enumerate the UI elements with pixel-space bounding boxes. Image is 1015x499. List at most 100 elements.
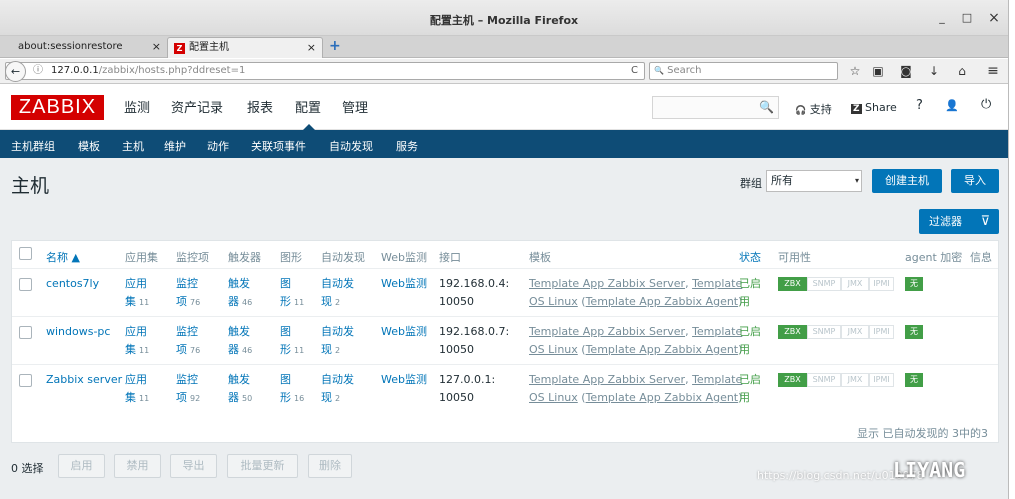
close-tab-icon[interactable]: × [152,37,161,56]
triggers-link[interactable]: 触发器 50 [228,371,252,408]
row-checkbox[interactable] [19,326,32,339]
web-link[interactable]: Web监测 [381,275,427,293]
reload-icon[interactable]: C [631,63,638,79]
template-link[interactable]: OS Linux [529,343,578,356]
items-link[interactable]: 监控项 76 [176,323,200,360]
submenu-maintenance[interactable]: 维护 [164,138,186,154]
template-link[interactable]: Template [692,373,742,386]
support-link[interactable]: 🎧 支持 [795,101,832,117]
maximize-button[interactable]: □ [959,10,975,26]
tab-sessionrestore[interactable]: about:sessionrestore × [12,37,167,58]
row-checkbox[interactable] [19,278,32,291]
export-button[interactable]: 导出 [170,454,217,478]
items-link[interactable]: 监控项 76 [176,275,200,312]
triggers-link[interactable]: 触发器 46 [228,275,252,312]
applications-link[interactable]: 应用集 11 [125,275,149,312]
enable-button[interactable]: 启用 [58,454,105,478]
menu-administration[interactable]: 管理 [342,97,368,116]
user-profile-icon[interactable]: 👤 [945,99,959,112]
discovery-link[interactable]: 自动发现 2 [321,371,354,408]
submenu-hosts[interactable]: 主机 [122,138,144,160]
bookmark-star-icon[interactable]: ☆ [847,63,863,79]
discovery-link[interactable]: 自动发现 2 [321,275,354,312]
status-toggle[interactable]: 已启用 [739,323,761,359]
url-bar[interactable]: ← ⓘ 127.0.0.1/zabbix/hosts.php?ddreset=1… [5,61,645,82]
delete-button[interactable]: 删除 [308,454,352,478]
sign-out-icon[interactable]: ⏻ [981,97,991,112]
graphs-link[interactable]: 图形 11 [280,275,304,312]
menu-inventory[interactable]: 资产记录 [171,97,223,116]
template-link[interactable]: OS Linux [529,391,578,404]
submenu-correlation[interactable]: 关联项事件 [251,138,306,154]
web-link[interactable]: Web监测 [381,371,427,389]
submenu-host-groups[interactable]: 主机群组 [11,138,55,154]
disable-button[interactable]: 禁用 [114,454,161,478]
help-icon[interactable]: ? [916,98,923,113]
reader-icon[interactable]: ▣ [870,63,886,79]
back-arrow-icon[interactable]: ← [5,61,26,82]
zabbix-logo[interactable]: ZABBIX [11,95,104,120]
menu-reports[interactable]: 报表 [247,97,273,116]
minimize-button[interactable]: _ [934,10,950,26]
submenu-actions[interactable]: 动作 [207,138,229,154]
template-link[interactable]: Template [692,325,742,338]
template-link[interactable]: Template App Zabbix Agent [586,391,739,404]
submenu-templates[interactable]: 模板 [78,138,100,154]
menu-configuration[interactable]: 配置 [295,97,321,130]
submenu-discovery[interactable]: 自动发现 [329,138,373,154]
home-icon[interactable]: ⌂ [954,63,970,79]
template-link[interactable]: Template App Zabbix Agent [586,343,739,356]
col-status[interactable]: 状态 [739,249,761,265]
template-link[interactable]: OS Linux [529,295,578,308]
triggers-link[interactable]: 触发器 46 [228,323,252,360]
encryption-badge: 无 [905,325,923,339]
share-link[interactable]: Z Share [851,101,897,114]
submenu-services[interactable]: 服务 [396,138,418,154]
status-toggle[interactable]: 已启用 [739,371,761,407]
filter-toggle-button[interactable]: 过滤器 ⊽ [919,209,999,234]
menu-monitoring[interactable]: 监测 [124,97,150,116]
template-link[interactable]: Template App Zabbix Server [529,277,685,290]
import-button[interactable]: 导入 [951,169,999,193]
close-tab-icon[interactable]: × [307,38,316,57]
graphs-label: 形 [280,295,291,308]
web-link[interactable]: Web监测 [381,323,427,341]
interface-ip: 127.0.0.1: [439,373,496,386]
template-link[interactable]: Template App Zabbix Server [529,373,685,386]
search-icon[interactable]: 🔍 [759,100,774,114]
tab-config-host[interactable]: Z 配置主机 × [167,37,323,58]
template-link[interactable]: Template App Zabbix Agent [586,295,739,308]
zbx-availability-badge: ZBX [778,373,807,387]
encryption-badge: 无 [905,373,923,387]
host-name-link[interactable]: windows-pc [46,323,110,341]
close-window-button[interactable]: × [986,10,1002,26]
host-name-link[interactable]: centos7ly [46,275,99,293]
select-all-checkbox[interactable] [19,247,32,260]
graphs-label: 图 [280,277,291,290]
applications-link[interactable]: 应用集 11 [125,323,149,360]
group-select[interactable]: 所有 ▾ [766,170,862,192]
col-name[interactable]: 名称 ▲ [46,249,80,265]
graphs-link[interactable]: 图形 11 [280,323,304,360]
browser-search-input[interactable]: 🔍 Search [649,62,838,80]
graphs-link[interactable]: 图形 16 [280,371,304,408]
host-name-link[interactable]: Zabbix server [46,371,122,389]
template-link[interactable]: Template App Zabbix Server [529,325,685,338]
create-host-button[interactable]: 创建主机 [872,169,942,193]
download-icon[interactable]: ↓ [926,63,942,79]
row-checkbox[interactable] [19,374,32,387]
zabbix-search-input[interactable]: 🔍 [652,96,779,119]
window-right-edge [1008,0,1015,499]
items-link[interactable]: 监控项 92 [176,371,200,408]
menu-icon[interactable]: ≡ [985,63,1001,79]
new-tab-button[interactable]: + [329,38,341,54]
discovery-link[interactable]: 自动发现 2 [321,323,354,360]
info-icon[interactable]: ⓘ [33,63,43,79]
template-link[interactable]: Template [692,277,742,290]
page-title: 主机 [11,175,50,197]
status-toggle[interactable]: 已启用 [739,275,761,311]
pocket-icon[interactable]: ◙ [898,63,914,79]
mass-update-button[interactable]: 批量更新 [227,454,298,478]
interface-port: 10050 [439,343,474,356]
applications-link[interactable]: 应用集 11 [125,371,149,408]
